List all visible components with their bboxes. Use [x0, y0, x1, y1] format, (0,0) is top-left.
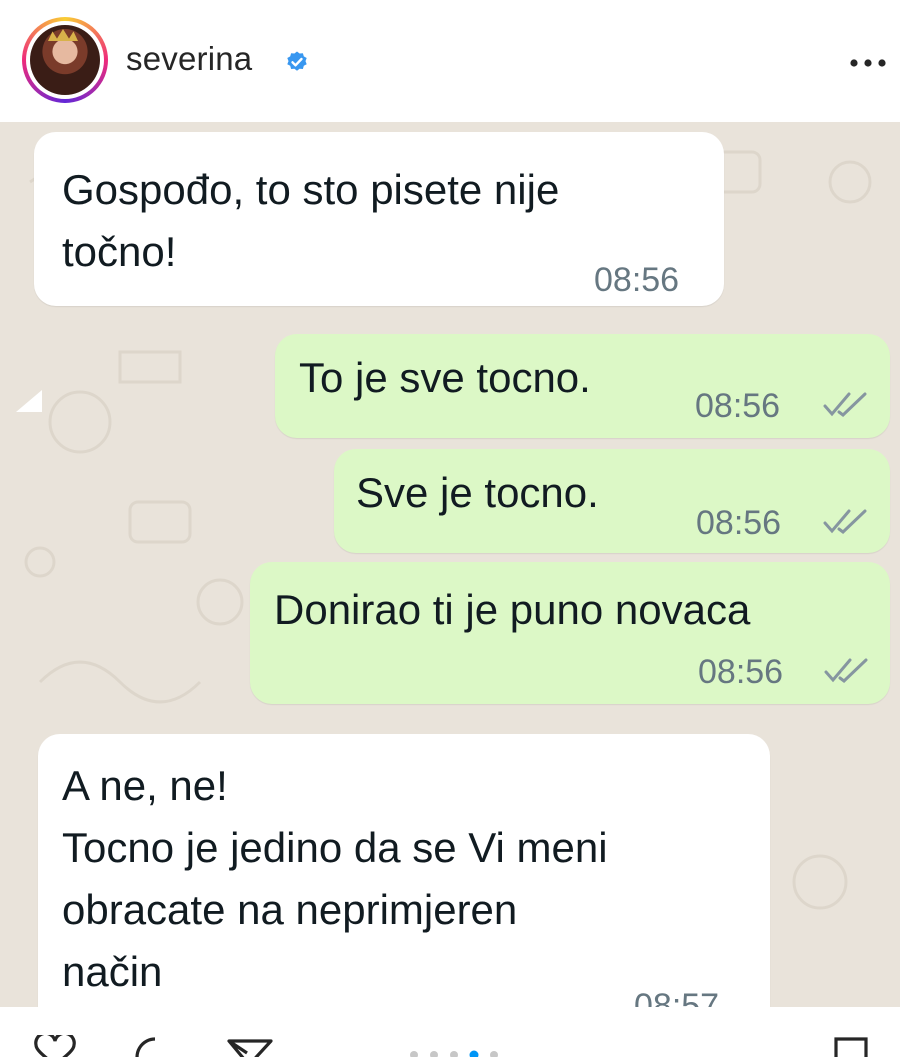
- verified-badge-icon: [287, 51, 307, 71]
- message-timestamp: 08:56: [698, 653, 784, 691]
- message-outgoing[interactable]: To je sve tocno. 08:56: [275, 334, 890, 438]
- share-icon[interactable]: [225, 1035, 275, 1057]
- message-timestamp: 08:56: [695, 387, 781, 425]
- post-header: severina: [0, 0, 900, 122]
- message-text-line: obracate na neprimjeren: [62, 886, 518, 933]
- chat-screenshot: Gospođo, to sto pisete nije točno! 08:56…: [0, 122, 900, 1007]
- avatar-story-ring[interactable]: [22, 17, 108, 103]
- message-timestamp: 08:56: [696, 504, 782, 542]
- message-text-line: Gospođo, to sto pisete nije: [62, 166, 560, 213]
- message-text-line: točno!: [62, 228, 177, 275]
- more-options-icon[interactable]: [848, 58, 888, 68]
- avatar[interactable]: [30, 25, 100, 95]
- message-incoming[interactable]: A ne, ne! Tocno je jedino da se Vi meni …: [38, 734, 770, 1007]
- message-text-line: Sve je tocno.: [356, 469, 599, 516]
- message-timestamp: 08:56: [594, 261, 680, 299]
- message-text-line: A ne, ne!: [62, 762, 228, 809]
- username[interactable]: severina: [126, 40, 252, 78]
- message-outgoing[interactable]: Donirao ti je puno novaca 08:56: [250, 562, 890, 704]
- read-receipt-icon: [823, 509, 867, 534]
- message-outgoing[interactable]: Sve je tocno. 08:56: [334, 449, 890, 553]
- read-receipt-icon: [824, 658, 868, 683]
- like-icon[interactable]: [30, 1035, 80, 1057]
- message-text-line: način: [62, 948, 163, 995]
- message-incoming[interactable]: Gospođo, to sto pisete nije točno! 08:56: [34, 132, 724, 306]
- message-text-line: Tocno je jedino da se Vi meni: [62, 824, 608, 871]
- message-text-line: To je sve tocno.: [299, 354, 591, 401]
- save-icon[interactable]: [826, 1035, 876, 1057]
- read-receipt-icon: [823, 392, 867, 417]
- message-timestamp: 08:57: [634, 987, 720, 1007]
- comment-icon[interactable]: [130, 1035, 180, 1057]
- carousel-dots: [410, 1050, 498, 1057]
- message-text-line: Donirao ti je puno novaca: [274, 586, 751, 633]
